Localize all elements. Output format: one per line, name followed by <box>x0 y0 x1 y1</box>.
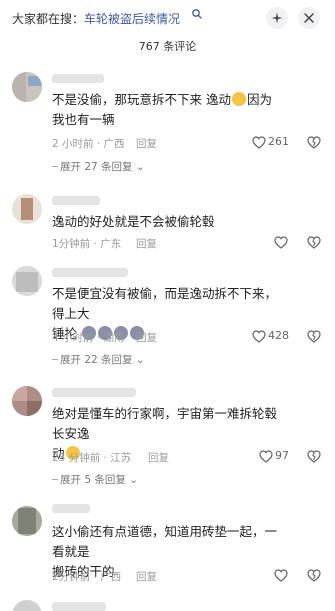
reply-button[interactable]: 回复 <box>136 136 157 151</box>
comment-item: 不是便宜没有被偷，而是逸动拆不下来，得上大 锤抡 4 小时前 · 湖南 回复 4… <box>0 264 335 374</box>
username-blurred[interactable] <box>52 504 90 513</box>
username-blurred[interactable] <box>52 602 106 611</box>
expand-line <box>52 359 58 360</box>
username-blurred[interactable] <box>52 388 136 397</box>
expand-line <box>52 166 58 167</box>
expand-replies-button[interactable]: 展开 5 条回复 ⌄ <box>60 472 138 487</box>
reply-button[interactable]: 回复 <box>148 450 169 465</box>
expand-line <box>52 479 58 480</box>
heart-icon <box>274 569 288 582</box>
heart-icon <box>252 330 266 343</box>
close-button[interactable] <box>298 7 320 29</box>
broken-heart-icon[interactable] <box>307 330 321 343</box>
heart-icon <box>274 236 288 249</box>
avatar[interactable] <box>12 506 42 536</box>
avatar[interactable] <box>12 600 42 611</box>
hot-search-prefix: 大家都在搜： <box>12 12 85 26</box>
comment-text: 不是没偷，那玩意拆不下来 逸动 因为我也有一辆 <box>52 92 272 127</box>
broken-heart-icon[interactable] <box>307 236 321 249</box>
comment-item: 绝对是懂车的行家啊，宇宙第一难拆轮毂长安逸 动 23 分钟前 · 江苏 回复 9… <box>0 384 335 494</box>
heart-icon <box>252 136 266 149</box>
top-bar: 大家都在搜： 车轮被盗后续情况 <box>0 0 335 34</box>
comment-meta: 2分钟前 · 广西 <box>52 571 122 583</box>
comment-text: 逸动的好处就是不会被偷轮毂 <box>52 214 215 229</box>
username-blurred[interactable] <box>52 268 128 277</box>
avatar[interactable] <box>12 72 42 102</box>
expand-replies-button[interactable]: 展开 22 条回复 ⌄ <box>60 352 145 367</box>
heart-icon <box>259 450 273 463</box>
comment-item: 逸动的好处就是不会被偷轮毂 1分钟前 · 广东 回复 <box>0 192 335 262</box>
broken-heart-icon[interactable] <box>307 450 321 463</box>
expand-replies-button[interactable]: 展开 27 条回复 ⌄ <box>60 159 145 174</box>
reply-button[interactable]: 回复 <box>136 236 157 251</box>
comment-meta: 1分钟前 · 广东 <box>52 238 122 250</box>
close-icon <box>304 13 314 23</box>
comment-count: 767 条评论 <box>138 40 197 53</box>
comment-meta: 4 小时前 · 湖南 <box>52 332 125 344</box>
avatar[interactable] <box>12 266 42 296</box>
broken-heart-icon[interactable] <box>307 569 321 582</box>
comment-item: 这小偷还有点道德，知道用砖垫一起，一看就是 搬砖的干的 2分钟前 · 广西 回复 <box>0 500 335 590</box>
smile-emoji-icon <box>231 92 246 106</box>
reply-button[interactable]: 回复 <box>136 330 157 345</box>
like-count: 97 <box>275 449 289 462</box>
like-count: 428 <box>268 329 289 342</box>
avatar[interactable] <box>12 194 42 224</box>
username-blurred[interactable] <box>52 74 104 83</box>
like-count: 261 <box>268 135 289 148</box>
comment-meta: 2 小时前 · 广西 <box>52 138 125 150</box>
search-icon[interactable] <box>191 8 203 20</box>
avatar[interactable] <box>12 386 42 416</box>
comment-item: 不是没偷，那玩意拆不下来 逸动 因为我也有一辆 2 小时前 · 广西 回复 261… <box>0 70 335 182</box>
sparkle-icon <box>271 12 283 24</box>
username-blurred[interactable] <box>52 196 100 205</box>
reply-button[interactable]: 回复 <box>136 569 157 584</box>
sparkle-button[interactable] <box>266 7 288 29</box>
hot-search-query-link[interactable]: 车轮被盗后续情况 <box>84 10 180 27</box>
comment-meta: 23 分钟前 · 江苏 <box>52 452 132 464</box>
broken-heart-icon[interactable] <box>307 136 321 149</box>
